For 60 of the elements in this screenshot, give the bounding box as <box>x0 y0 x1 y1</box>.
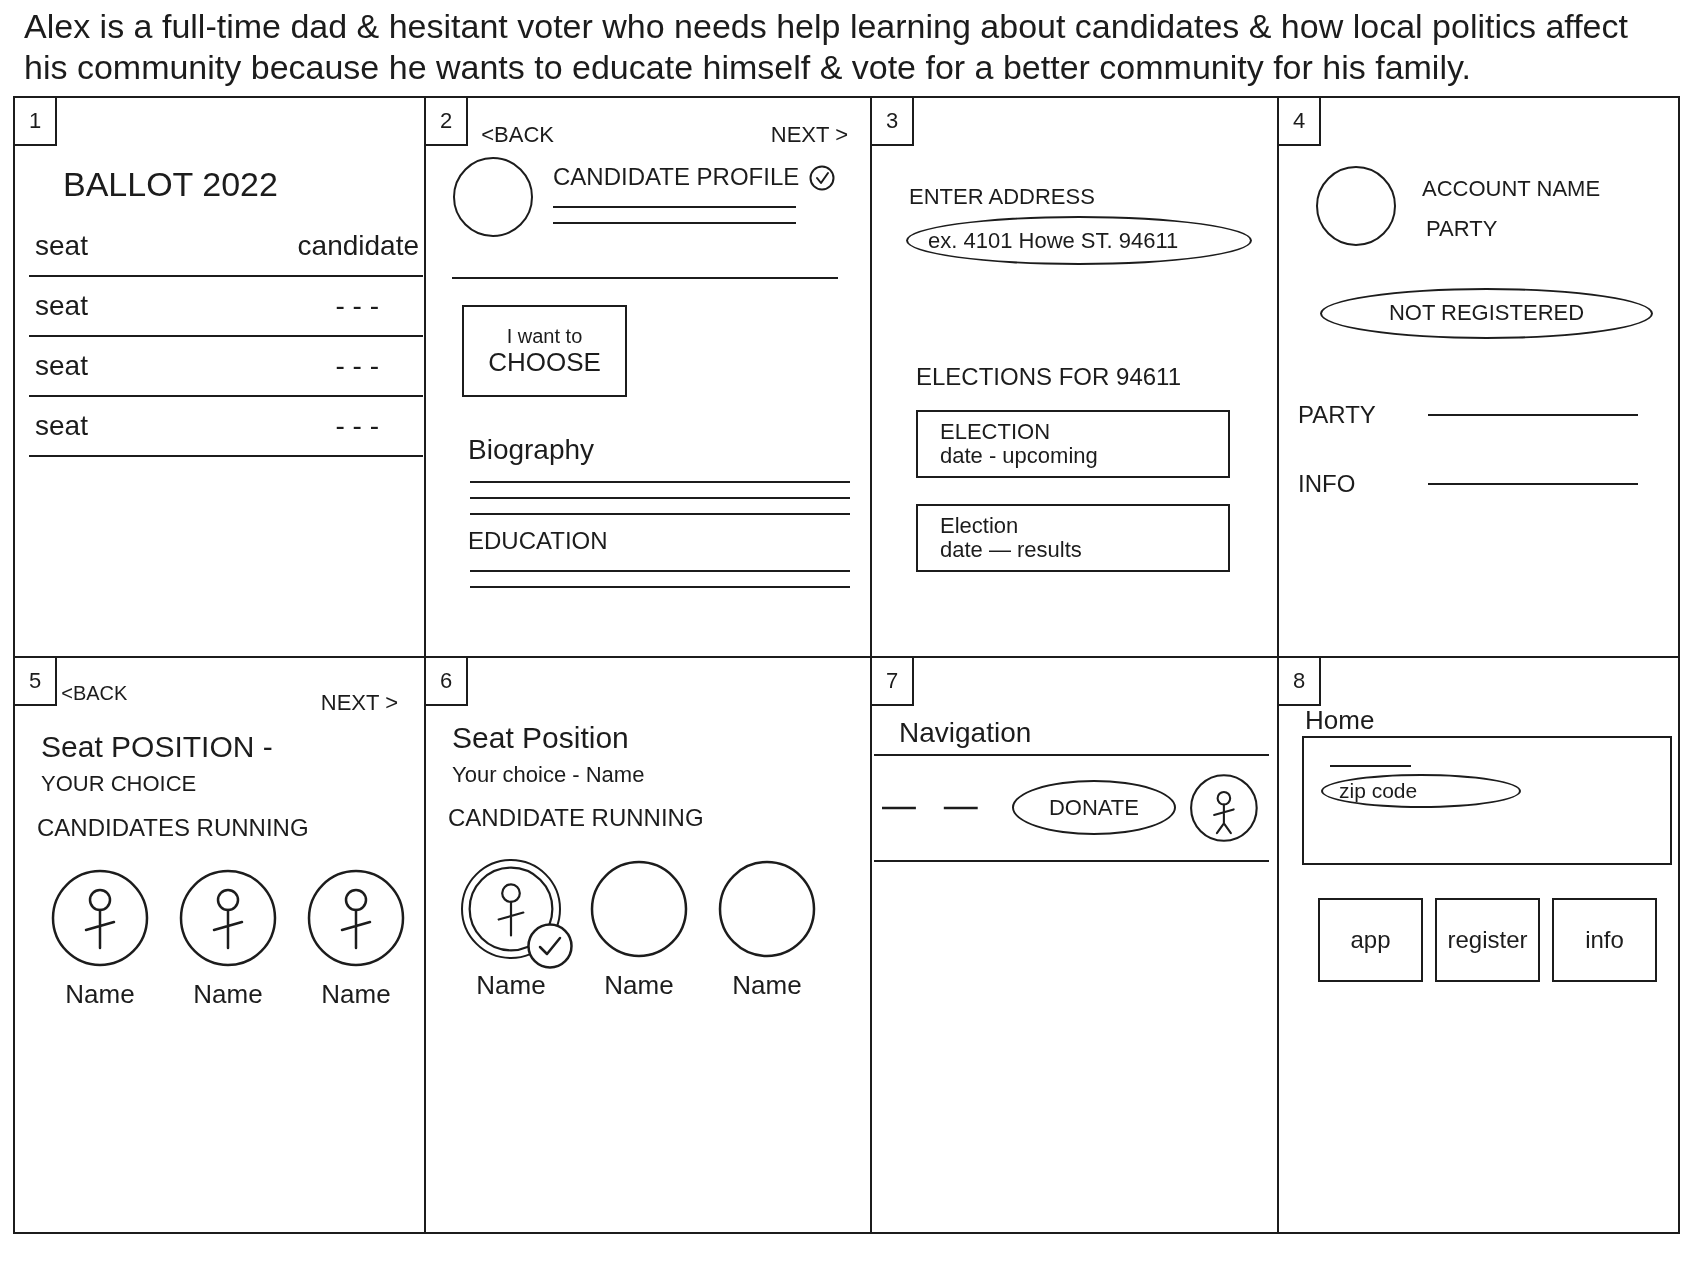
panel-number: 1 <box>15 98 58 146</box>
table-cell: - - - <box>335 349 379 383</box>
check-badge-icon <box>527 923 573 970</box>
section-heading: CANDIDATES RUNNING <box>37 813 309 843</box>
election-card[interactable]: ELECTION date - upcoming <box>916 410 1230 479</box>
candidate-option[interactable]: Name <box>580 859 698 1002</box>
field-label: PARTY <box>1298 401 1377 430</box>
panel-number: 3 <box>872 98 915 146</box>
fill-in-line[interactable] <box>1428 414 1638 417</box>
account-name: ACCOUNT NAME <box>1422 176 1601 203</box>
section-heading: EDUCATION <box>468 526 608 556</box>
choice-label: Your choice - Name <box>452 762 645 789</box>
ballot-title: BALLOT 2022 <box>63 164 278 205</box>
candidate-option[interactable]: Name <box>708 859 826 1002</box>
table-cell: seat <box>35 289 88 323</box>
next-link[interactable]: NEXT > <box>770 122 848 148</box>
field-label: ENTER ADDRESS <box>909 184 1095 211</box>
choice-label: YOUR CHOICE <box>41 771 197 798</box>
column-header: candidate <box>297 229 419 263</box>
panel-number: 6 <box>426 658 469 706</box>
screen-title: Navigation <box>899 716 1032 750</box>
choose-button[interactable]: I want to CHOOSE <box>462 305 627 398</box>
table-cell: seat <box>35 349 88 383</box>
profile-avatar-icon[interactable] <box>1189 772 1259 843</box>
home-tile-button[interactable]: register <box>1435 897 1540 982</box>
home-tile-button[interactable]: info <box>1552 897 1657 982</box>
candidate-option[interactable]: Name <box>297 868 415 1011</box>
election-card[interactable]: Election date — results <box>916 504 1230 573</box>
profile-title: CANDIDATE PROFILE <box>553 163 800 193</box>
storyboard-caption: Alex is a full-time dad & hesitant voter who needs help learning about candidates & how local politics affect his community because he wants to educate himself & vote for a better community for his family. <box>23 6 1629 88</box>
table-cell: seat <box>35 409 88 443</box>
panel-number: 5 <box>15 658 58 706</box>
back-link[interactable]: <BACK <box>481 122 554 148</box>
panel-number: 8 <box>1279 658 1322 706</box>
section-heading: Biography <box>468 433 595 467</box>
candidate-option[interactable]: Name <box>452 859 570 1002</box>
panel-number: 7 <box>872 658 915 706</box>
section-heading: CANDIDATE RUNNING <box>448 804 704 834</box>
screen-title: Home <box>1305 706 1375 736</box>
dashes-icon <box>882 805 978 810</box>
fill-in-line[interactable] <box>1428 483 1638 486</box>
panel-number: 2 <box>426 98 469 146</box>
zip-code-field[interactable]: zip code <box>1321 773 1521 808</box>
party-label: PARTY <box>1426 216 1498 243</box>
donate-button[interactable]: DONATE <box>1011 780 1177 836</box>
panel-number: 4 <box>1279 98 1322 146</box>
next-link[interactable]: NEXT > <box>320 690 398 716</box>
section-heading: ELECTIONS FOR 94611 <box>916 363 1181 393</box>
column-header: seat <box>35 229 88 263</box>
field-label: INFO <box>1298 469 1357 499</box>
address-field[interactable]: ex. 4101 Howe ST. 94611 <box>906 216 1252 266</box>
candidate-option[interactable]: Name <box>169 868 287 1011</box>
back-link[interactable]: <BACK <box>61 682 128 705</box>
registration-status: NOT REGISTERED <box>1320 288 1653 339</box>
table-cell: - - - <box>335 289 379 323</box>
table-cell: - - - <box>335 409 379 443</box>
home-tile-button[interactable]: app <box>1318 897 1423 982</box>
candidate-option[interactable]: Name <box>41 868 159 1011</box>
seat-title: Seat POSITION - <box>41 729 273 766</box>
seat-title: Seat Position <box>452 720 629 756</box>
